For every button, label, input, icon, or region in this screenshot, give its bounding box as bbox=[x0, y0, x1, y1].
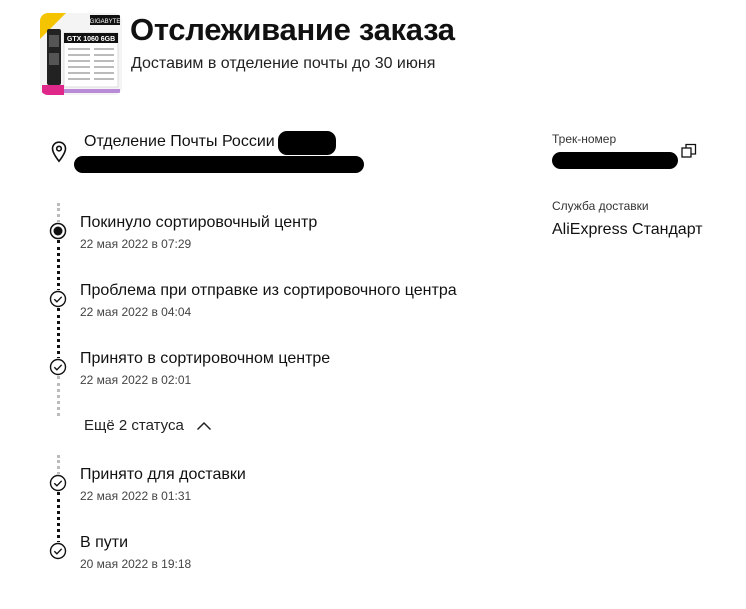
delivery-estimate: Доставим в отделение почты до 30 июня bbox=[131, 55, 436, 72]
event-date: 22 мая 2022 в 02:01 bbox=[80, 373, 192, 387]
graphics-card-image: GTX 1060 6GB GIGABYTE bbox=[40, 13, 122, 95]
redacted-tracking-number bbox=[552, 152, 678, 169]
redacted-address bbox=[74, 156, 364, 173]
event-date: 22 мая 2022 в 07:29 bbox=[80, 237, 192, 251]
product-thumbnail[interactable]: GTX 1060 6GB GIGABYTE bbox=[40, 13, 122, 95]
event-title: Принято в сортировочном центре bbox=[80, 350, 331, 367]
redacted-office-number bbox=[278, 131, 336, 155]
current-status-icon bbox=[49, 222, 67, 240]
tracking-number-label: Трек-номер bbox=[552, 132, 617, 146]
timeline-connector bbox=[57, 455, 60, 475]
event-date: 22 мая 2022 в 04:04 bbox=[80, 305, 192, 319]
check-circle-icon bbox=[49, 290, 67, 308]
product-model-text: GTX 1060 6GB bbox=[67, 36, 115, 43]
product-brand-text: GIGABYTE bbox=[90, 19, 121, 25]
check-circle-icon bbox=[49, 358, 67, 376]
check-circle-icon bbox=[49, 542, 67, 560]
event-title: Покинуло сортировочный центр bbox=[80, 214, 318, 231]
page-title: Отслеживание заказа bbox=[130, 12, 455, 47]
delivery-service-label: Служба доставки bbox=[552, 199, 649, 213]
check-circle-icon bbox=[49, 474, 67, 492]
timeline-connector bbox=[57, 308, 60, 360]
post-office-label: Отделение Почты России bbox=[84, 133, 275, 150]
copy-icon[interactable] bbox=[681, 143, 697, 159]
chevron-up-icon bbox=[196, 421, 211, 430]
location-pin-icon bbox=[51, 141, 67, 163]
show-more-label: Ещё 2 статуса bbox=[84, 417, 184, 434]
timeline-connector bbox=[57, 492, 60, 544]
delivery-service-value: AliExpress Стандарт bbox=[552, 221, 703, 238]
event-date: 20 мая 2022 в 19:18 bbox=[80, 557, 192, 571]
timeline-connector bbox=[57, 376, 60, 416]
event-date: 22 мая 2022 в 01:31 bbox=[80, 489, 192, 503]
timeline-connector bbox=[57, 240, 60, 292]
event-title: В пути bbox=[80, 534, 129, 551]
show-more-statuses-toggle[interactable]: Ещё 2 статуса bbox=[84, 417, 212, 434]
timeline-connector bbox=[57, 203, 60, 223]
event-title: Принято для доставки bbox=[80, 466, 246, 483]
event-title: Проблема при отправке из сортировочного … bbox=[80, 282, 457, 299]
